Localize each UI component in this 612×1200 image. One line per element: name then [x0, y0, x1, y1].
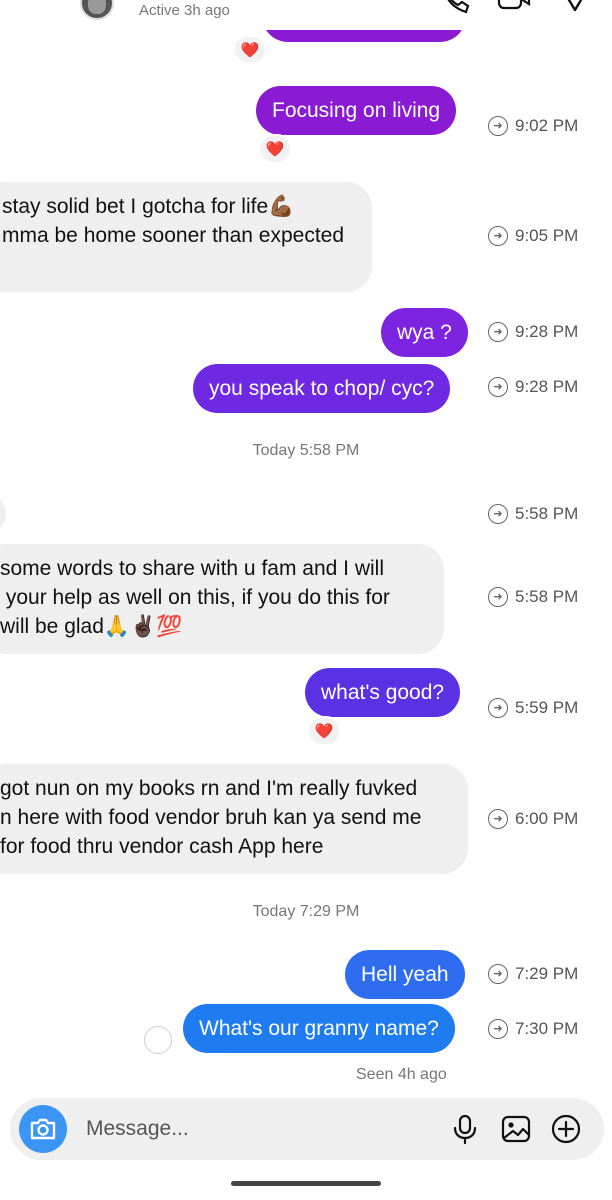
previous-message-time	[488, 30, 582, 32]
message-time: ➜ 5:58 PM	[488, 587, 578, 607]
phone-icon[interactable]	[440, 0, 470, 14]
message-line: n here with food vendor bruh kan ya send…	[0, 806, 422, 829]
time-label: 5:59 PM	[515, 698, 579, 717]
message-line: stay solid bet I gotcha for life💪🏾	[2, 195, 295, 218]
chat-header: Active 3h ago	[0, 0, 612, 30]
add-icon[interactable]	[551, 1114, 581, 1144]
message-time: ➜ 9:28 PM	[488, 322, 578, 342]
time-label: 7:30 PM	[515, 1019, 579, 1038]
message-composer	[10, 1098, 604, 1160]
forward-icon[interactable]: ➜	[488, 587, 508, 607]
previous-message-bubble[interactable]	[262, 30, 466, 42]
home-indicator[interactable]	[231, 1181, 381, 1186]
avatar[interactable]	[80, 0, 114, 20]
pending-indicator	[144, 1026, 172, 1054]
active-status: Active 3h ago	[139, 2, 230, 19]
time-label: 9:28 PM	[515, 377, 579, 396]
forward-icon[interactable]: ➜	[488, 964, 508, 984]
forward-icon[interactable]: ➜	[488, 226, 508, 246]
forward-icon[interactable]: ➜	[488, 1019, 508, 1039]
outgoing-message[interactable]: you speak to chop/ cyc?	[193, 364, 451, 413]
gallery-icon[interactable]	[501, 1114, 531, 1144]
forward-icon[interactable]: ➜	[488, 116, 508, 136]
camera-button[interactable]	[19, 1105, 67, 1153]
time-label: 5:58 PM	[515, 504, 579, 523]
time-label: 9:02 PM	[515, 116, 579, 135]
incoming-message[interactable]: stay solid bet I gotcha for life💪🏾 mma b…	[0, 182, 372, 292]
message-time: ➜ 7:30 PM	[488, 1019, 578, 1039]
forward-icon[interactable]: ➜	[488, 809, 508, 829]
message-line: mma be home sooner than expected	[2, 224, 345, 247]
message-time: ➜ 9:05 PM	[488, 226, 578, 246]
time-label: 6:00 PM	[515, 809, 579, 828]
message-time: ➜ 5:59 PM	[488, 698, 578, 718]
message-line: will be glad🙏✌🏿💯	[0, 615, 183, 638]
time-label: 7:29 PM	[515, 964, 579, 983]
outgoing-message[interactable]: Hell yeah	[345, 950, 465, 999]
forward-icon[interactable]: ➜	[488, 698, 508, 718]
back-arrow-icon[interactable]	[18, 0, 54, 10]
reaction-heart[interactable]: ❤️	[307, 716, 341, 746]
seen-status: Seen 4h ago	[356, 1066, 447, 1083]
message-time: ➜ 9:28 PM	[488, 377, 578, 397]
video-icon[interactable]	[497, 0, 531, 14]
outgoing-message[interactable]: Focusing on living	[256, 86, 457, 135]
camera-icon	[30, 1118, 56, 1140]
message-line: got nun on my books rn and I'm really fu…	[0, 777, 418, 800]
reaction-heart[interactable]: ❤️	[258, 134, 292, 164]
forward-icon[interactable]: ➜	[488, 377, 508, 397]
heart-icon[interactable]	[560, 0, 590, 14]
incoming-message[interactable]	[0, 494, 6, 534]
forward-icon[interactable]: ➜	[488, 504, 508, 524]
message-line: some words to share with u fam and I wil…	[0, 557, 384, 580]
message-time: ➜ 6:00 PM	[488, 809, 578, 829]
message-input[interactable]	[86, 1114, 386, 1144]
outgoing-message[interactable]: what's good?	[305, 668, 461, 717]
chat-thread[interactable]: ❤️ Focusing on living ❤️ ➜ 9:02 PM stay …	[0, 30, 612, 1088]
time-label: 9:28 PM	[515, 322, 579, 341]
message-line: your help as well on this, if you do thi…	[0, 586, 390, 609]
incoming-message[interactable]: got nun on my books rn and I'm really fu…	[0, 764, 468, 874]
reaction-heart[interactable]: ❤️	[233, 35, 267, 65]
day-separator: Today 5:58 PM	[252, 442, 360, 459]
day-separator: Today 7:29 PM	[252, 903, 360, 920]
message-time: ➜ 9:02 PM	[488, 116, 578, 136]
outgoing-message[interactable]: What's our granny name?	[183, 1004, 455, 1053]
forward-icon[interactable]: ➜	[488, 322, 508, 342]
message-time: ➜ 7:29 PM	[488, 964, 578, 984]
microphone-icon[interactable]	[450, 1114, 480, 1144]
message-time: ➜ 5:58 PM	[488, 504, 578, 524]
incoming-message[interactable]: some words to share with u fam and I wil…	[0, 544, 444, 654]
message-line: for food thru vendor cash App here	[0, 835, 324, 858]
time-label: 9:05 PM	[515, 226, 579, 245]
time-label: 5:58 PM	[515, 587, 579, 606]
outgoing-message[interactable]: wya ?	[381, 308, 468, 357]
